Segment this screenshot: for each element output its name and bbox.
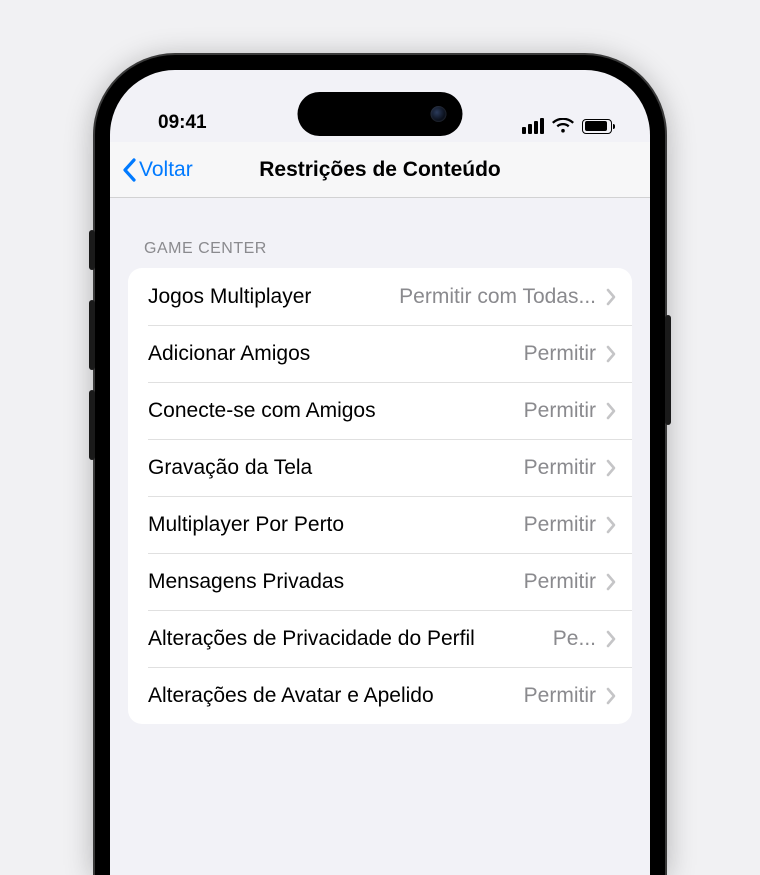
list-item-label: Jogos Multiplayer xyxy=(148,285,399,309)
list-item-label: Alterações de Avatar e Apelido xyxy=(148,684,524,708)
phone-frame: 09:41 Voltar Restrições de Cont xyxy=(95,55,665,875)
list-item[interactable]: Alterações de Avatar e ApelidoPermitir xyxy=(128,667,632,724)
settings-list-group: Jogos MultiplayerPermitir com Todas...Ad… xyxy=(128,268,632,724)
cellular-signal-icon xyxy=(522,118,544,134)
list-item-value: Permitir xyxy=(524,684,596,708)
list-item-value: Permitir xyxy=(524,456,596,480)
status-time: 09:41 xyxy=(158,112,207,134)
back-button[interactable]: Voltar xyxy=(122,158,193,182)
list-item-value: Permitir com Todas... xyxy=(399,285,596,309)
list-item-label: Adicionar Amigos xyxy=(148,342,524,366)
chevron-left-icon xyxy=(122,158,137,182)
navigation-bar: Voltar Restrições de Conteúdo xyxy=(110,142,650,198)
chevron-right-icon xyxy=(606,630,616,648)
front-camera xyxy=(431,106,447,122)
screen: 09:41 Voltar Restrições de Cont xyxy=(110,70,650,875)
list-item[interactable]: Jogos MultiplayerPermitir com Todas... xyxy=(128,268,632,325)
list-item-value: Pe... xyxy=(553,627,596,651)
list-item-label: Alterações de Privacidade do Perfil xyxy=(148,627,553,651)
chevron-right-icon xyxy=(606,402,616,420)
wifi-icon xyxy=(552,118,574,134)
section-header-game-center: GAME CENTER xyxy=(110,198,650,268)
list-item[interactable]: Conecte-se com AmigosPermitir xyxy=(128,382,632,439)
power-button xyxy=(665,315,671,425)
list-item[interactable]: Multiplayer Por PertoPermitir xyxy=(128,496,632,553)
list-item-label: Multiplayer Por Perto xyxy=(148,513,524,537)
list-item[interactable]: Alterações de Privacidade do PerfilPe... xyxy=(128,610,632,667)
mute-switch xyxy=(89,230,95,270)
list-item[interactable]: Gravação da TelaPermitir xyxy=(128,439,632,496)
chevron-right-icon xyxy=(606,288,616,306)
chevron-right-icon xyxy=(606,687,616,705)
list-item-value: Permitir xyxy=(524,570,596,594)
battery-icon xyxy=(582,119,612,134)
content-area: GAME CENTER Jogos MultiplayerPermitir co… xyxy=(110,198,650,724)
chevron-right-icon xyxy=(606,516,616,534)
volume-up-button xyxy=(89,300,95,370)
dynamic-island xyxy=(298,92,463,136)
list-item-value: Permitir xyxy=(524,342,596,366)
list-item[interactable]: Mensagens PrivadasPermitir xyxy=(128,553,632,610)
list-item-label: Mensagens Privadas xyxy=(148,570,524,594)
volume-down-button xyxy=(89,390,95,460)
chevron-right-icon xyxy=(606,345,616,363)
list-item-label: Conecte-se com Amigos xyxy=(148,399,524,423)
list-item-value: Permitir xyxy=(524,399,596,423)
chevron-right-icon xyxy=(606,459,616,477)
chevron-right-icon xyxy=(606,573,616,591)
list-item[interactable]: Adicionar AmigosPermitir xyxy=(128,325,632,382)
back-label: Voltar xyxy=(139,158,193,182)
list-item-label: Gravação da Tela xyxy=(148,456,524,480)
list-item-value: Permitir xyxy=(524,513,596,537)
